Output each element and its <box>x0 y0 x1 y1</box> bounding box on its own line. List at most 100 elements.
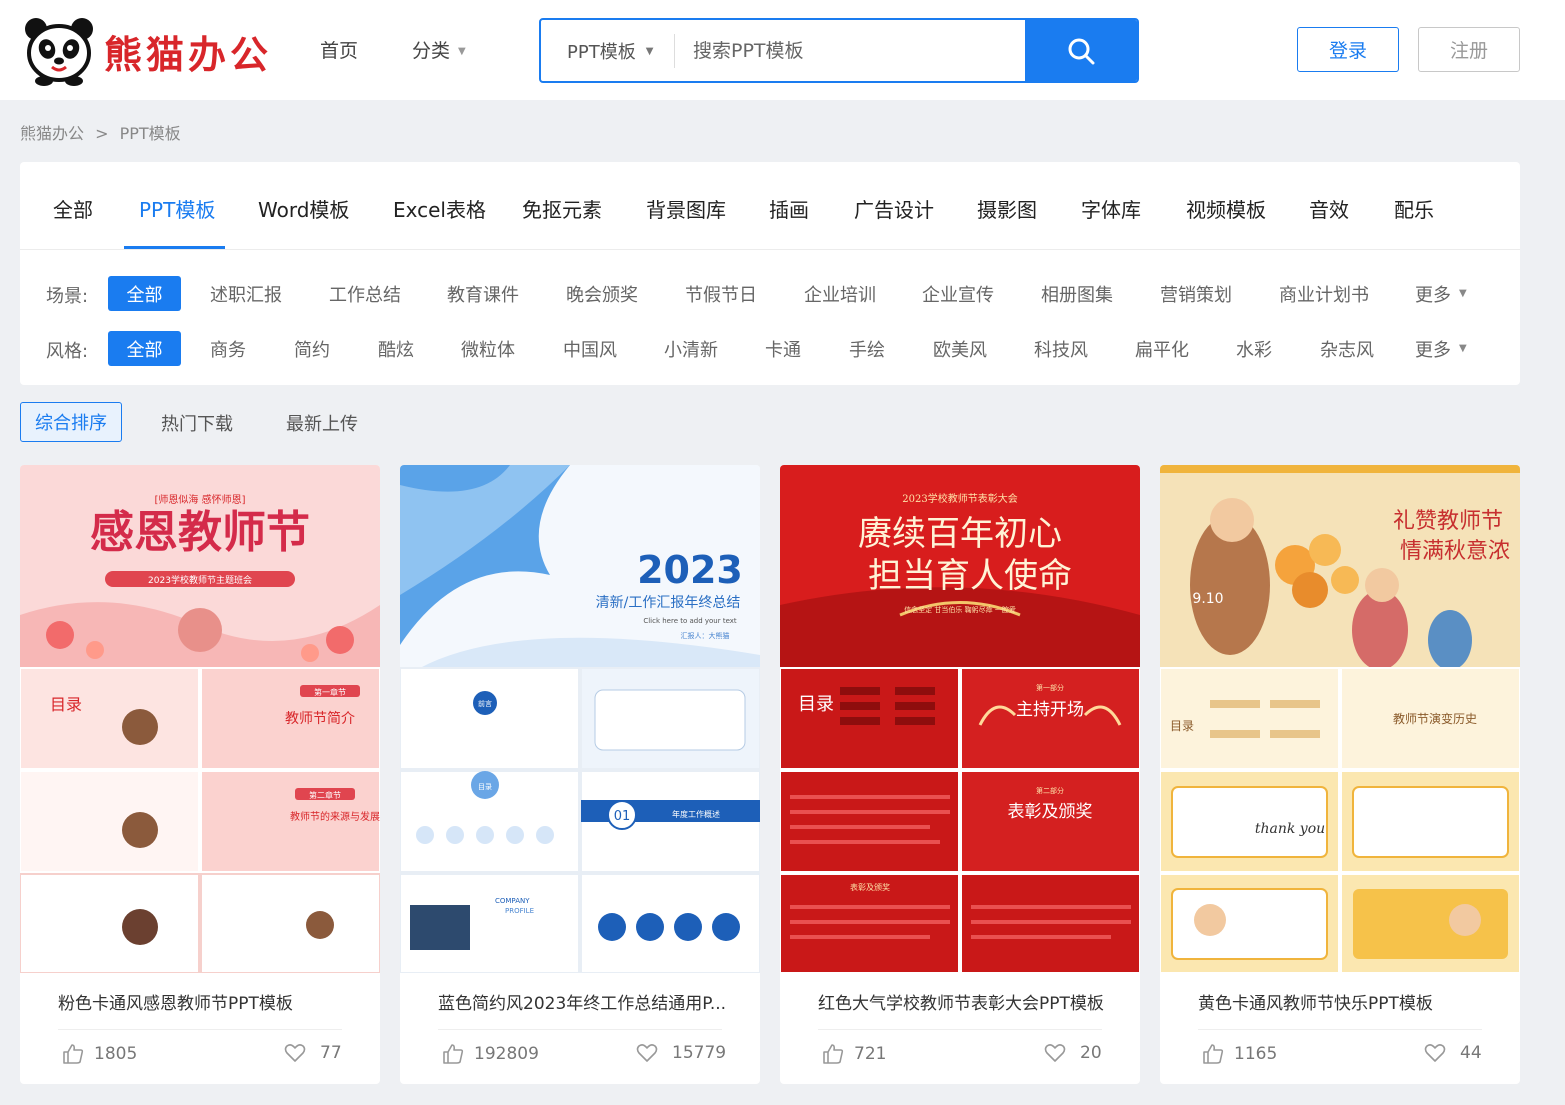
card-divider <box>438 1029 722 1030</box>
search-button[interactable] <box>1025 20 1137 81</box>
tab-ppt[interactable]: PPT模板 <box>139 194 215 223</box>
scene-chip[interactable]: 全部 <box>108 276 181 311</box>
card-title[interactable]: 黄色卡通风教师节快乐PPT模板 <box>1198 989 1488 1014</box>
like-count[interactable]: 721 <box>822 1043 886 1065</box>
cover-subtitle: 2023学校教师节主题班会 <box>148 574 252 586</box>
style-chip[interactable]: 微粒体 <box>461 331 515 366</box>
scene-chip[interactable]: 企业宣传 <box>922 276 994 311</box>
tab-all[interactable]: 全部 <box>53 194 93 223</box>
slide-text: 前言 <box>478 699 492 708</box>
scene-chip[interactable]: 相册图集 <box>1041 276 1113 311</box>
tab-ad-design[interactable]: 广告设计 <box>854 194 934 223</box>
favorite-count[interactable]: 44 <box>1424 1043 1482 1063</box>
sort-popular-button[interactable]: 热门下载 <box>161 410 233 436</box>
cover-author: 汇报人：大熊猫 <box>681 631 730 640</box>
tab-excel[interactable]: Excel表格 <box>393 194 486 223</box>
style-chip[interactable]: 欧美风 <box>933 331 987 366</box>
style-chip[interactable]: 扁平化 <box>1135 331 1189 366</box>
style-chip[interactable]: 简约 <box>294 331 330 366</box>
template-thumbnail[interactable]: [师恩似海 感怀师恩] 感恩教师节 2023学校教师节主题班会 目录 第一章节 … <box>20 465 380 973</box>
favorite-count[interactable]: 20 <box>1044 1043 1102 1063</box>
template-card[interactable]: 2023 清新/工作汇报年终总结 Click here to add your … <box>400 465 760 1084</box>
tab-cutout[interactable]: 免抠元素 <box>522 194 602 223</box>
sort-newest-button[interactable]: 最新上传 <box>286 410 358 436</box>
like-count[interactable]: 192809 <box>442 1043 539 1065</box>
nav-category-link[interactable]: 分类 ▼ <box>412 36 466 63</box>
scene-chip[interactable]: 营销策划 <box>1160 276 1232 311</box>
template-thumbnail[interactable]: 2023学校教师节表彰大会 赓续百年初心 担当育人使命 信念坚定 甘当伯乐 鞠躬… <box>780 465 1140 973</box>
style-chip[interactable]: 小清新 <box>664 331 718 366</box>
slide-text: 年度工作概述 <box>672 809 720 819</box>
style-chip[interactable]: 全部 <box>108 331 181 366</box>
tab-music[interactable]: 配乐 <box>1394 194 1434 223</box>
style-more-label: 更多 <box>1415 339 1451 361</box>
template-thumbnail[interactable]: 礼赞教师节 情满秋意浓 9.10 目录 教师节演变历史 thank you <box>1160 465 1520 973</box>
style-label: 风格: <box>46 341 89 362</box>
nav-home-link[interactable]: 首页 <box>320 36 358 63</box>
slide-text: 01 <box>614 809 631 824</box>
like-count-value: 1165 <box>1234 1044 1278 1064</box>
tab-fonts[interactable]: 字体库 <box>1081 194 1141 223</box>
scene-chip[interactable]: 节假节日 <box>685 276 757 311</box>
register-button[interactable]: 注册 <box>1418 27 1520 72</box>
card-title[interactable]: 粉色卡通风感恩教师节PPT模板 <box>58 989 348 1014</box>
site-logo[interactable]: 熊猫办公 <box>22 14 282 88</box>
style-chip[interactable]: 酷炫 <box>378 331 414 366</box>
scene-chip[interactable]: 教育课件 <box>447 276 519 311</box>
scene-chip[interactable]: 商业计划书 <box>1279 276 1369 311</box>
tab-illustration[interactable]: 插画 <box>769 194 809 223</box>
style-chip[interactable]: 水彩 <box>1236 331 1272 366</box>
style-chip[interactable]: 中国风 <box>563 331 617 366</box>
tab-video[interactable]: 视频模板 <box>1186 194 1266 223</box>
scene-label: 场景: <box>46 286 89 307</box>
scene-chip[interactable]: 企业培训 <box>804 276 876 311</box>
logo-text: 熊猫办公 <box>104 31 273 77</box>
slide-text: 第一部分 <box>1036 683 1064 692</box>
chevron-down-icon: ▼ <box>458 46 466 57</box>
scene-filter-row: 场景: 全部 述职汇报 工作总结 教育课件 晚会颁奖 节假节日 企业培训 企业宣… <box>20 276 1520 312</box>
thumbs-up-icon <box>823 1044 844 1064</box>
favorite-count[interactable]: 77 <box>284 1043 342 1063</box>
style-chip[interactable]: 科技风 <box>1034 331 1088 366</box>
tab-sound[interactable]: 音效 <box>1309 194 1349 223</box>
scene-more-button[interactable]: 更多 ▼ <box>1415 276 1467 311</box>
login-button[interactable]: 登录 <box>1297 27 1399 72</box>
card-title[interactable]: 蓝色简约风2023年终工作总结通用P... <box>438 989 728 1014</box>
card-divider <box>1198 1029 1482 1030</box>
panda-icon <box>25 18 93 86</box>
slide-text: 教师节的来源与发展 <box>290 810 380 823</box>
scene-chip[interactable]: 述职汇报 <box>210 276 282 311</box>
favorite-count-value: 15779 <box>672 1043 727 1063</box>
like-count[interactable]: 1805 <box>62 1043 137 1065</box>
style-chip[interactable]: 商务 <box>210 331 246 366</box>
template-card[interactable]: [师恩似海 感怀师恩] 感恩教师节 2023学校教师节主题班会 目录 第一章节 … <box>20 465 380 1084</box>
cover-line2: 担当育人使命 <box>868 556 1072 596</box>
scene-chip[interactable]: 晚会颁奖 <box>566 276 638 311</box>
style-chip[interactable]: 手绘 <box>849 331 885 366</box>
cover-small-text: Click here to add your text <box>643 617 737 625</box>
cover-tag: [师恩似海 感怀师恩] <box>155 493 246 506</box>
slide-text: 目录 <box>1170 719 1194 733</box>
favorite-count[interactable]: 15779 <box>636 1043 726 1063</box>
search-type-dropdown[interactable]: PPT模板 ▼ <box>541 34 675 68</box>
search-input[interactable] <box>675 20 1025 81</box>
breadcrumb-home[interactable]: 熊猫办公 <box>20 124 84 143</box>
template-card[interactable]: 礼赞教师节 情满秋意浓 9.10 目录 教师节演变历史 thank you 黄色… <box>1160 465 1520 1084</box>
style-more-button[interactable]: 更多 ▼ <box>1415 331 1467 366</box>
tab-word[interactable]: Word模板 <box>258 194 349 223</box>
chevron-down-icon: ▼ <box>645 45 654 57</box>
tab-background[interactable]: 背景图库 <box>646 194 726 223</box>
tab-photo[interactable]: 摄影图 <box>977 194 1037 223</box>
like-count[interactable]: 1165 <box>1202 1043 1277 1065</box>
style-chip[interactable]: 杂志风 <box>1320 331 1374 366</box>
sort-comprehensive-button[interactable]: 综合排序 <box>20 402 122 442</box>
template-card[interactable]: 2023学校教师节表彰大会 赓续百年初心 担当育人使命 信念坚定 甘当伯乐 鞠躬… <box>780 465 1140 1084</box>
style-chip[interactable]: 卡通 <box>765 331 801 366</box>
slide-text: 第二部分 <box>1036 786 1064 795</box>
template-thumbnail[interactable]: 2023 清新/工作汇报年终总结 Click here to add your … <box>400 465 760 973</box>
scene-chip[interactable]: 工作总结 <box>329 276 401 311</box>
active-tab-indicator <box>124 246 225 249</box>
cover-date: 9.10 <box>1192 591 1223 607</box>
card-title[interactable]: 红色大气学校教师节表彰大会PPT模板 <box>818 989 1108 1014</box>
like-count-value: 192809 <box>474 1044 539 1064</box>
